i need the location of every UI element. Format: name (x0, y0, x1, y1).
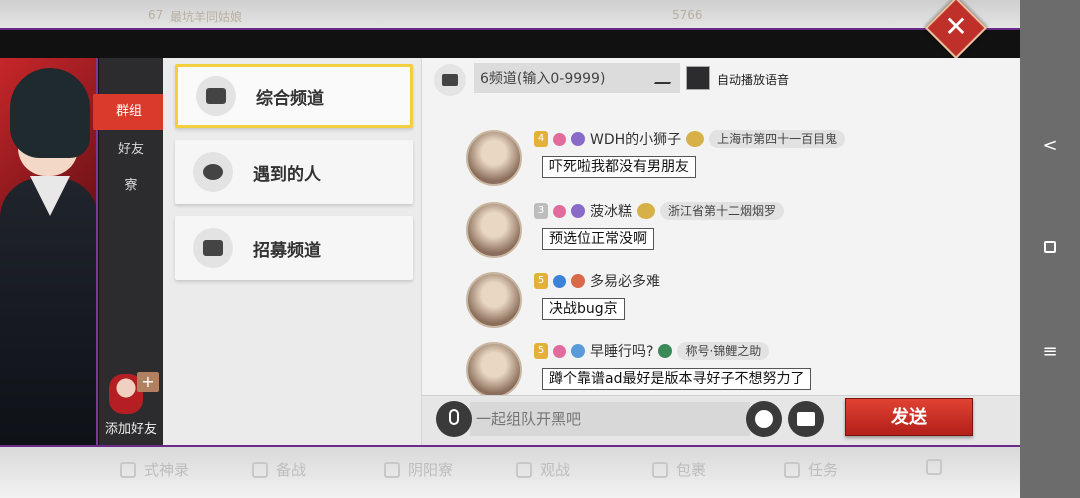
card-icon[interactable] (788, 401, 824, 437)
bottom-nav-item: 观战 (516, 459, 570, 480)
back-icon[interactable]: < (1020, 126, 1080, 166)
message-bubble: 决战bug京 (542, 298, 625, 320)
message-header: 3 菠冰糕 浙江省第十二烟烟罗 (534, 201, 785, 221)
game-top-bar: 67 最坑羊同姑娘 5766 (0, 0, 1020, 30)
bottom-nav-label: 包裹 (676, 461, 707, 479)
game-bottom-nav: 式神录 备战 阴阳寮 观战 包裹 任务 (0, 447, 1020, 498)
shikigami-icon (120, 461, 136, 478)
chat-message: 5 多易必多难 决战bug京 (422, 272, 1021, 342)
chat-area: 自动播放语音 4 WDH的小狮子 上海市第四十一百目鬼 吓死啦我都没有男朋友 3… (421, 58, 1021, 445)
menu-icon[interactable]: ≡ (1020, 332, 1080, 372)
bottom-nav-item: 阴阳寮 (384, 459, 453, 480)
close-icon[interactable]: ✕ (934, 6, 978, 50)
home-icon[interactable] (1020, 228, 1080, 268)
bottom-nav-label: 阴阳寮 (408, 461, 454, 479)
channel-met-people[interactable]: 遇到的人 (175, 140, 413, 204)
top-player-name: 最坑羊同姑娘 (170, 10, 243, 24)
title-tag: 称号·锦鲤之助 (677, 342, 770, 360)
rank-icon (571, 344, 585, 358)
plus-icon: + (137, 372, 159, 392)
message-bubble: 蹲个靠谱ad最好是版本寻好子不想努力了 (542, 368, 812, 390)
tab-group[interactable]: 群组 (93, 94, 165, 130)
rank-icon (571, 204, 585, 218)
bottom-menu-icon (926, 459, 942, 475)
chat-message-input[interactable] (470, 402, 750, 436)
list-icon (926, 459, 942, 475)
guild-icon (384, 461, 400, 478)
gender-icon (553, 204, 566, 218)
bee-badge-icon (637, 203, 655, 219)
region-tag: 浙江省第十二烟烟罗 (660, 202, 785, 220)
chat-side-tabs: 群组 好友 寮 + 添加好友 (93, 58, 165, 445)
plus-box-icon (193, 228, 233, 268)
bottom-nav-label: 备战 (276, 461, 307, 479)
chat-input-bar: 发送 (422, 395, 1021, 445)
gender-icon (553, 274, 566, 288)
character-hair (10, 68, 90, 158)
emoji-icon[interactable] (746, 401, 782, 437)
people-icon (193, 152, 233, 192)
add-friend-label: 添加好友 (104, 422, 157, 437)
player-name[interactable]: WDH的小狮子 (590, 129, 681, 149)
bag-icon (652, 461, 668, 478)
send-button[interactable]: 发送 (845, 398, 973, 436)
microphone-icon[interactable] (436, 401, 472, 437)
message-header: 4 WDH的小狮子 上海市第四十一百目鬼 (534, 129, 846, 149)
bee-badge-icon (686, 131, 705, 147)
channel-switch-icon[interactable] (434, 64, 466, 96)
region-tag: 上海市第四十一百目鬼 (709, 130, 846, 148)
chat-message: 4 WDH的小狮子 上海市第四十一百目鬼 吓死啦我都没有男朋友 (422, 130, 1021, 200)
avatar[interactable] (466, 272, 522, 328)
bottom-nav-item: 式神录 (120, 459, 189, 480)
channel-recruit[interactable]: 招募频道 (175, 216, 413, 280)
autoplay-voice-label: 自动播放语音 (717, 73, 790, 87)
level-badge: 5 (534, 273, 548, 289)
character-portrait (0, 58, 98, 445)
channel-general[interactable]: 综合频道 (175, 64, 413, 128)
rank-icon (571, 274, 585, 288)
bottom-nav-item: 任务 (784, 459, 838, 480)
player-name[interactable]: 菠冰糕 (590, 201, 632, 221)
bottom-nav-label: 任务 (808, 461, 839, 479)
gender-icon (553, 132, 566, 146)
level-badge: 3 (534, 203, 548, 219)
tab-friends[interactable]: 好友 (99, 132, 163, 168)
level-badge: 4 (534, 131, 548, 147)
channel-label: 综合频道 (256, 88, 324, 109)
title-icon (658, 344, 673, 358)
bottom-nav-item: 包裹 (652, 459, 706, 480)
message-header: 5 多易必多难 (534, 272, 660, 290)
character-body (0, 178, 96, 445)
top-coins: 5766 (672, 8, 703, 22)
bottom-nav-label: 观战 (540, 461, 571, 479)
avatar[interactable] (466, 342, 522, 398)
chat-message: 3 菠冰糕 浙江省第十二烟烟罗 预选位正常没啊 (422, 202, 1021, 272)
channel-list: 综合频道 遇到的人 招募频道 (163, 58, 421, 445)
bottom-nav-item: 备战 (252, 459, 306, 480)
scroll-icon (784, 461, 800, 478)
player-name[interactable]: 多易必多难 (590, 271, 660, 291)
channel-number-input[interactable] (474, 63, 680, 93)
system-nav-bar: < ≡ (1020, 0, 1080, 498)
eye-icon (516, 461, 532, 478)
message-bubble: 吓死啦我都没有男朋友 (542, 156, 696, 178)
rank-icon (571, 132, 585, 146)
swords-icon (252, 461, 268, 478)
gender-icon (553, 344, 566, 358)
message-bubble: 预选位正常没啊 (542, 228, 654, 250)
autoplay-voice-checkbox[interactable] (686, 66, 710, 90)
add-friend-button[interactable]: + 添加好友 (99, 370, 163, 442)
message-header: 5 早睡行吗? 称号·锦鲤之助 (534, 341, 770, 361)
chat-bubble-icon (196, 76, 236, 116)
avatar[interactable] (466, 202, 522, 258)
avatar[interactable] (466, 130, 522, 186)
bottom-nav-label: 式神录 (144, 461, 190, 479)
channel-label: 招募频道 (253, 240, 321, 261)
tab-guild[interactable]: 寮 (99, 168, 163, 204)
level-badge: 5 (534, 343, 548, 359)
channel-label: 遇到的人 (253, 164, 321, 185)
top-level: 67 (148, 8, 164, 22)
player-name[interactable]: 早睡行吗? (590, 341, 653, 361)
